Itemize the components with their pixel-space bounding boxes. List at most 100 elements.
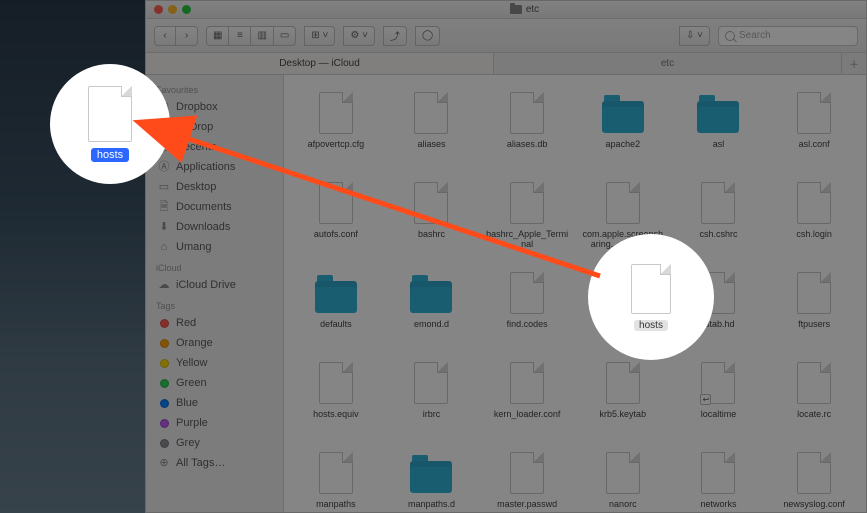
folder-icon (697, 101, 739, 133)
file-item[interactable]: find.codes (479, 265, 575, 355)
dropdown-button[interactable]: ⇩ ˅ (679, 26, 710, 46)
file-label: bashrc (418, 230, 445, 240)
sidebar-item-label: Downloads (176, 219, 230, 235)
tag-dot-icon (158, 357, 170, 369)
file-item[interactable]: bashrc_Apple_Terminal (479, 175, 575, 265)
cloud-icon: ☁ (158, 279, 170, 291)
file-item[interactable]: afpovertcp.cfg (288, 85, 384, 175)
sidebar-item-purple[interactable]: Purple (146, 413, 283, 433)
tab-strip: Desktop — iCloud etc ＋ (146, 53, 866, 75)
column-view-button[interactable]: ▥ (251, 26, 273, 46)
list-view-button[interactable]: ≡ (229, 26, 251, 46)
sidebar-item-grey[interactable]: Grey (146, 433, 283, 453)
forward-button[interactable]: › (176, 26, 198, 46)
tab-desktop-icloud[interactable]: Desktop — iCloud (146, 53, 494, 74)
downloads-icon: ⬇ (158, 221, 170, 233)
zoom-window-button[interactable] (182, 5, 191, 14)
sidebar-item-green[interactable]: Green (146, 373, 283, 393)
folder-icon (410, 281, 452, 313)
sidebar-item-label: Blue (176, 395, 198, 411)
file-label: csh.cshrc (699, 230, 737, 240)
file-item[interactable]: defaults (288, 265, 384, 355)
share-button[interactable]: ⤴ (383, 26, 407, 46)
sidebar-section-favourites: Favourites (146, 79, 283, 97)
sidebar-item-downloads[interactable]: ⬇ Downloads (146, 217, 283, 237)
file-item[interactable]: kern_loader.conf (479, 355, 575, 445)
documents-icon: 🗎 (158, 201, 170, 213)
file-item[interactable]: aliases.db (479, 85, 575, 175)
file-label: asl (713, 140, 725, 150)
search-field[interactable]: Search (718, 26, 858, 46)
tags-button[interactable]: ◯ (415, 26, 440, 46)
file-item[interactable]: networks (671, 445, 767, 512)
sidebar-item-label: Grey (176, 435, 200, 451)
file-item[interactable]: ↩localtime (671, 355, 767, 445)
view-switcher: ▦ ≡ ▥ ▭ (206, 26, 296, 46)
titlebar: etc (146, 1, 866, 19)
file-label: bashrc_Apple_Terminal (485, 230, 569, 250)
sidebar-item-label: Dropbox (176, 99, 218, 115)
sidebar-item-label: iCloud Drive (176, 277, 236, 293)
file-icon (88, 86, 132, 142)
gallery-view-button[interactable]: ▭ (274, 26, 296, 46)
close-window-button[interactable] (154, 5, 163, 14)
file-item[interactable]: ftpusers (766, 265, 862, 355)
file-icon (414, 92, 448, 134)
file-label: kern_loader.conf (494, 410, 561, 420)
file-item[interactable]: apache2 (575, 85, 671, 175)
file-label: krb5.keytab (600, 410, 647, 420)
sidebar-item-red[interactable]: Red (146, 313, 283, 333)
tag-dot-icon (158, 397, 170, 409)
tab-etc[interactable]: etc (494, 53, 842, 74)
window-title: etc (526, 4, 539, 15)
file-label: ftpusers (798, 320, 830, 330)
file-item[interactable]: emond.d (384, 265, 480, 355)
file-icon (319, 182, 353, 224)
file-item[interactable]: manpaths (288, 445, 384, 512)
file-icon (510, 182, 544, 224)
group-by-button[interactable]: ⊞ ˅ (304, 26, 335, 46)
sidebar-item-umang[interactable]: ⌂Umang (146, 237, 283, 257)
minimize-window-button[interactable] (168, 5, 177, 14)
sidebar-item-desktop[interactable]: ▭Desktop (146, 177, 283, 197)
icon-view-button[interactable]: ▦ (206, 26, 229, 46)
sidebar-item-all-tags-[interactable]: ⊕All Tags… (146, 453, 283, 473)
file-item[interactable]: autofs.conf (288, 175, 384, 265)
file-label: hosts (91, 148, 129, 162)
file-item[interactable]: hosts.equiv (288, 355, 384, 445)
file-item[interactable]: asl.conf (766, 85, 862, 175)
file-item[interactable]: nanorc (575, 445, 671, 512)
file-label: locate.rc (797, 410, 831, 420)
file-icon (510, 272, 544, 314)
file-item[interactable]: asl (671, 85, 767, 175)
sidebar-item-applications[interactable]: ⒶApplications (146, 157, 283, 177)
sidebar-item-yellow[interactable]: Yellow (146, 353, 283, 373)
file-item[interactable]: locate.rc (766, 355, 862, 445)
folder-icon (602, 101, 644, 133)
window-controls (154, 5, 191, 14)
file-item[interactable]: manpaths.d (384, 445, 480, 512)
new-tab-button[interactable]: ＋ (842, 53, 866, 74)
action-button[interactable]: ⚙ ˅ (343, 26, 375, 46)
sidebar-item-label: Red (176, 315, 196, 331)
sidebar-item-blue[interactable]: Blue (146, 393, 283, 413)
file-item[interactable]: master.passwd (479, 445, 575, 512)
file-item[interactable]: irbrc (384, 355, 480, 445)
sidebar-item-orange[interactable]: Orange (146, 333, 283, 353)
file-item[interactable]: newsyslog.conf (766, 445, 862, 512)
file-icon (510, 362, 544, 404)
search-icon (725, 31, 735, 41)
back-button[interactable]: ‹ (154, 26, 176, 46)
file-grid[interactable]: afpovertcp.cfgaliasesaliases.db apache2 as… (284, 75, 866, 512)
file-label: networks (700, 500, 736, 510)
file-label: apache2 (606, 140, 641, 150)
sidebar-item-label: Orange (176, 335, 213, 351)
file-item[interactable]: krb5.keytab (575, 355, 671, 445)
file-label: asl.conf (799, 140, 830, 150)
file-item[interactable]: aliases (384, 85, 480, 175)
file-item[interactable]: bashrc (384, 175, 480, 265)
sidebar-item-documents[interactable]: 🗎Documents (146, 197, 283, 217)
sidebar-item-icloud-drive[interactable]: ☁ iCloud Drive (146, 275, 283, 295)
file-item[interactable]: csh.login (766, 175, 862, 265)
sidebar-item-label: Applications (176, 159, 235, 175)
